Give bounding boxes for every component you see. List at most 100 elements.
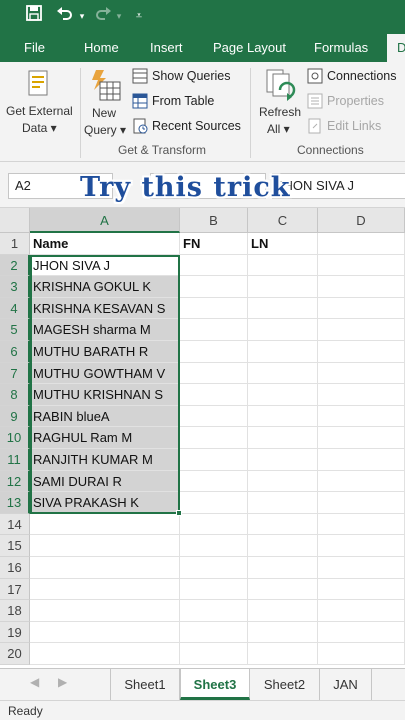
row-header-20[interactable]: 20: [0, 643, 30, 665]
get-external-data-icon[interactable]: [26, 70, 52, 103]
sheet-tab-sheet3[interactable]: Sheet3: [180, 669, 250, 700]
cell-a11[interactable]: RANJITH KUMAR M: [30, 449, 180, 471]
cell-b20[interactable]: [180, 643, 248, 665]
cell-b2[interactable]: [180, 254, 248, 277]
cell-c8[interactable]: [248, 384, 318, 406]
sheet-nav-prev-icon[interactable]: ◀: [30, 675, 39, 689]
row-header-17[interactable]: 17: [0, 578, 30, 601]
cell-d4[interactable]: [318, 297, 405, 320]
cell-b18[interactable]: [180, 600, 248, 622]
cell-a7[interactable]: MUTHU GOWTHAM V: [30, 362, 180, 385]
column-header-c[interactable]: C: [248, 208, 318, 233]
formula-input[interactable]: JHON SIVA J: [272, 173, 405, 199]
row-header-10[interactable]: 10: [0, 427, 30, 449]
cell-d10[interactable]: [318, 427, 405, 449]
new-query-icon[interactable]: [88, 68, 122, 109]
cell-a17[interactable]: [30, 578, 180, 601]
cell-d2[interactable]: [318, 254, 405, 277]
refresh-all-label-2[interactable]: All ▾: [267, 122, 290, 136]
cell-d11[interactable]: [318, 449, 405, 471]
sheet-nav-next-icon[interactable]: ▶: [58, 675, 67, 689]
get-external-data-label-2[interactable]: Data ▾: [22, 121, 57, 135]
tab-page-layout[interactable]: Page Layout: [213, 34, 286, 62]
column-header-b[interactable]: B: [180, 208, 248, 233]
sheet-tab-sheet1[interactable]: Sheet1: [110, 669, 180, 700]
cell-d3[interactable]: [318, 276, 405, 298]
tab-home[interactable]: Home: [84, 34, 119, 62]
cell-c3[interactable]: [248, 276, 318, 298]
cell-c5[interactable]: [248, 319, 318, 341]
cell-a15[interactable]: [30, 535, 180, 557]
cell-d9[interactable]: [318, 405, 405, 428]
cell-a16[interactable]: [30, 557, 180, 579]
cell-d20[interactable]: [318, 643, 405, 665]
cell-b5[interactable]: [180, 319, 248, 341]
connections-button[interactable]: Connections: [307, 68, 397, 84]
cell-b17[interactable]: [180, 578, 248, 601]
cell-d15[interactable]: [318, 535, 405, 557]
redo-dropdown-icon[interactable]: ▾: [113, 4, 125, 28]
tab-data[interactable]: D: [387, 34, 405, 62]
cell-b7[interactable]: [180, 362, 248, 385]
cell-b4[interactable]: [180, 297, 248, 320]
customize-qat-icon[interactable]: ⩡: [132, 4, 146, 28]
show-queries-button[interactable]: Show Queries: [132, 68, 231, 84]
cell-c9[interactable]: [248, 405, 318, 428]
undo-dropdown-icon[interactable]: ▾: [76, 4, 88, 28]
cell-c13[interactable]: [248, 492, 318, 514]
row-header-3[interactable]: 3: [0, 276, 30, 298]
row-header-5[interactable]: 5: [0, 319, 30, 341]
cell-a2[interactable]: JHON SIVA J: [30, 254, 180, 277]
cell-b3[interactable]: [180, 276, 248, 298]
cell-c19[interactable]: [248, 621, 318, 644]
cell-c14[interactable]: [248, 513, 318, 536]
cell-a14[interactable]: [30, 513, 180, 536]
row-header-11[interactable]: 11: [0, 449, 30, 471]
cell-d12[interactable]: [318, 470, 405, 493]
recent-sources-button[interactable]: Recent Sources: [132, 118, 241, 134]
cell-a12[interactable]: SAMI DURAI R: [30, 470, 180, 493]
row-header-13[interactable]: 13: [0, 492, 30, 514]
cell-d17[interactable]: [318, 578, 405, 601]
cell-d1[interactable]: [318, 233, 405, 255]
cell-b14[interactable]: [180, 513, 248, 536]
undo-icon[interactable]: [54, 4, 76, 28]
spreadsheet-grid[interactable]: A B C D 1 Name FN LN 2 JHON SIVA J 3 KRISHNA GO…: [0, 208, 405, 668]
cell-d5[interactable]: [318, 319, 405, 341]
redo-icon[interactable]: [92, 4, 114, 28]
refresh-all-icon[interactable]: [265, 68, 297, 109]
fill-handle[interactable]: [176, 509, 182, 516]
cell-c20[interactable]: [248, 643, 318, 665]
cell-b1[interactable]: FN: [180, 233, 248, 255]
refresh-all-label[interactable]: Refresh: [259, 105, 301, 119]
cell-a18[interactable]: [30, 600, 180, 622]
cell-c7[interactable]: [248, 362, 318, 385]
edit-links-button[interactable]: Edit Links: [307, 118, 381, 134]
cell-c15[interactable]: [248, 535, 318, 557]
cell-c11[interactable]: [248, 449, 318, 471]
select-all-corner[interactable]: [0, 208, 30, 233]
cell-d13[interactable]: [318, 492, 405, 514]
cell-a1[interactable]: Name: [30, 233, 180, 255]
cell-c1[interactable]: LN: [248, 233, 318, 255]
cell-b19[interactable]: [180, 621, 248, 644]
sheet-tab-sheet2[interactable]: Sheet2: [250, 669, 320, 700]
sheet-tab-jan[interactable]: JAN: [320, 669, 372, 700]
cell-a20[interactable]: [30, 643, 180, 665]
cell-c2[interactable]: [248, 254, 318, 277]
row-header-15[interactable]: 15: [0, 535, 30, 557]
row-header-7[interactable]: 7: [0, 362, 30, 385]
tab-insert[interactable]: Insert: [150, 34, 183, 62]
cell-a3[interactable]: KRISHNA GOKUL K: [30, 276, 180, 298]
column-header-a[interactable]: A: [30, 208, 180, 233]
cell-b8[interactable]: [180, 384, 248, 406]
cell-a13[interactable]: SIVA PRAKASH K: [30, 492, 180, 514]
cell-c18[interactable]: [248, 600, 318, 622]
properties-button[interactable]: Properties: [307, 93, 384, 109]
tab-file[interactable]: File: [24, 34, 45, 62]
cell-a9[interactable]: RABIN blueA: [30, 405, 180, 428]
cell-b12[interactable]: [180, 470, 248, 493]
cell-b11[interactable]: [180, 449, 248, 471]
cell-b6[interactable]: [180, 341, 248, 363]
cell-b13[interactable]: [180, 492, 248, 514]
